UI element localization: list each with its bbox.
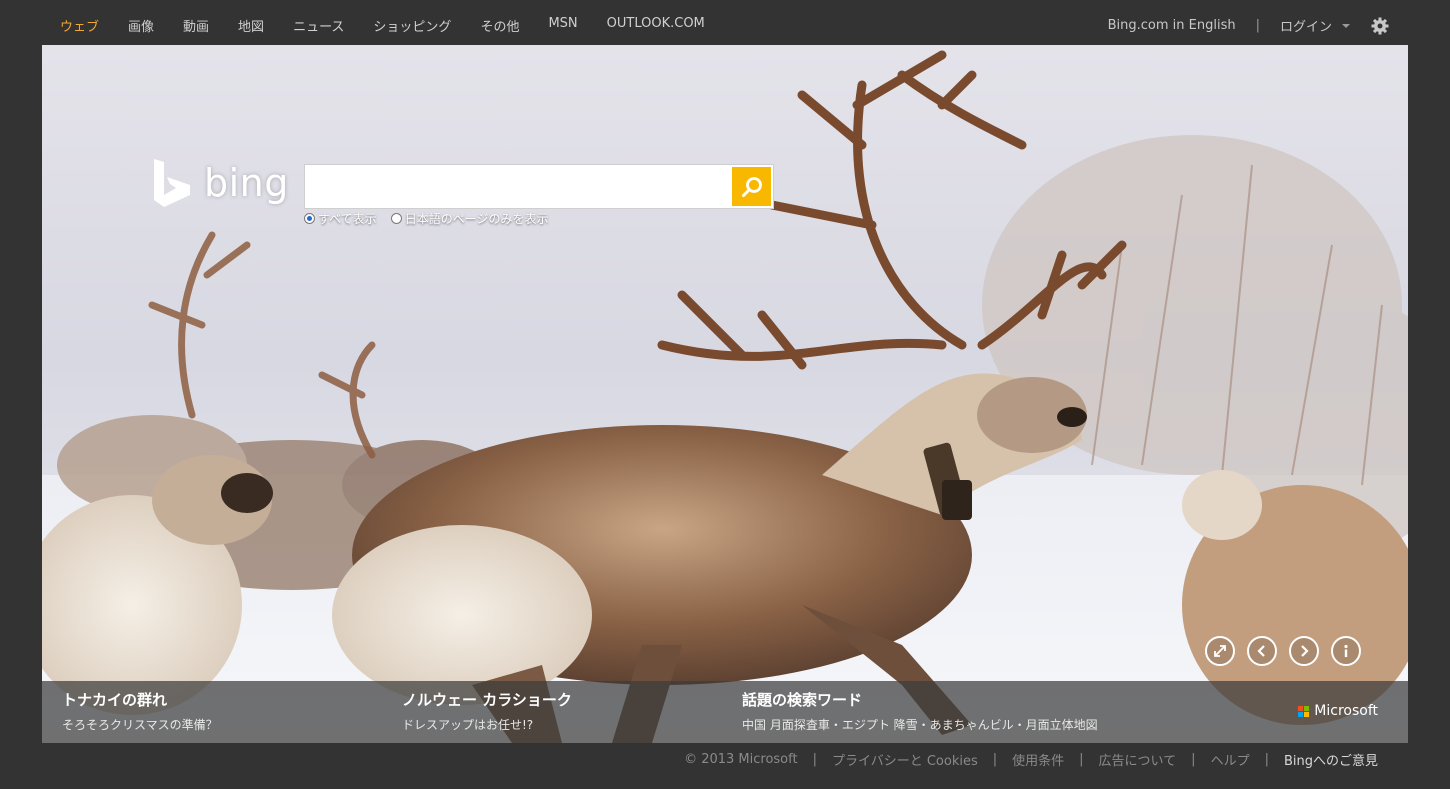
header-separator: | <box>1255 18 1260 33</box>
nav-outlook[interactable]: OUTLOOK.COM <box>607 16 705 35</box>
help-link[interactable]: ヘルプ <box>1211 750 1250 769</box>
chevron-right-icon[interactable] <box>1289 636 1319 666</box>
hero-image: bing すべて表示 日本語のページのみを表示 トナカイの群れ そろそろクリスマ… <box>42 45 1408 743</box>
privacy-link[interactable]: プライバシーと Cookies <box>832 750 978 769</box>
microsoft-grid-icon <box>1298 705 1310 717</box>
search-box <box>304 164 774 209</box>
scope-all-radio[interactable] <box>304 213 315 224</box>
hotspot-subtitle: ドレスアップはお任せ!? <box>402 718 534 732</box>
scope-all[interactable]: すべて表示 <box>304 210 377 227</box>
footer: © 2013 Microsoft | プライバシーと Cookies | 使用条… <box>684 750 1378 769</box>
hotspot-1[interactable]: トナカイの群れ そろそろクリスマスの準備？ <box>62 689 218 733</box>
bing-wordmark: bing <box>204 161 289 205</box>
login-button[interactable]: ログイン <box>1280 16 1350 35</box>
scope-japanese-label: 日本語のページのみを表示 <box>404 212 549 226</box>
chevron-left-icon[interactable] <box>1247 636 1277 666</box>
search-icon <box>741 176 762 197</box>
nav-web[interactable]: ウェブ <box>60 16 99 35</box>
footer-separator: | <box>1191 752 1196 767</box>
footer-separator: | <box>812 752 817 767</box>
nav-images[interactable]: 画像 <box>128 16 154 35</box>
hotspot-title: 話題の検索ワード <box>742 691 863 709</box>
nav-maps[interactable]: 地図 <box>238 16 264 35</box>
search-input[interactable] <box>313 173 723 201</box>
info-icon[interactable] <box>1331 636 1361 666</box>
footer-separator: | <box>1264 752 1269 767</box>
nav-msn[interactable]: MSN <box>548 16 577 35</box>
top-bar: ウェブ 画像 動画 地図 ニュース ショッピング その他 MSN OUTLOOK… <box>0 0 1450 45</box>
hotspot-title: ノルウェー カラショーク <box>402 691 572 709</box>
feedback-link[interactable]: Bingへのご意見 <box>1284 750 1378 769</box>
hotspot-2[interactable]: ノルウェー カラショーク ドレスアップはお任せ!? <box>402 689 572 733</box>
scope-all-label: すべて表示 <box>318 212 377 226</box>
terms-link[interactable]: 使用条件 <box>1012 750 1064 769</box>
bing-logo-icon <box>154 159 190 207</box>
microsoft-label: Microsoft <box>1314 703 1378 719</box>
nav-more[interactable]: その他 <box>480 16 519 35</box>
ads-link[interactable]: 広告について <box>1099 750 1177 769</box>
scope-japanese[interactable]: 日本語のページのみを表示 <box>390 210 549 227</box>
hotspot-title: トナカイの群れ <box>62 691 168 709</box>
nav-shopping[interactable]: ショッピング <box>373 16 451 35</box>
gear-icon[interactable] <box>1370 16 1390 36</box>
image-controls <box>1205 636 1361 666</box>
microsoft-logo[interactable]: Microsoft <box>1298 703 1378 719</box>
footer-separator: | <box>992 752 998 767</box>
reindeer-background <box>42 45 1408 743</box>
scope-japanese-radio[interactable] <box>390 213 402 224</box>
search-button[interactable] <box>732 167 771 206</box>
search-scope: すべて表示 日本語のページのみを表示 <box>304 210 548 227</box>
expand-icon[interactable] <box>1205 636 1235 666</box>
hotspot-subtitle: そろそろクリスマスの準備？ <box>62 718 218 732</box>
english-link[interactable]: Bing.com in English <box>1108 18 1236 33</box>
hotspot-subtitle: 中国 月面探査車・エジプト 降雪・あまちゃんビル・月面立体地図 <box>742 718 1098 732</box>
main-nav: ウェブ 画像 動画 地図 ニュース ショッピング その他 MSN OUTLOOK… <box>60 16 734 35</box>
nav-videos[interactable]: 動画 <box>183 16 209 35</box>
nav-news[interactable]: ニュース <box>293 16 344 35</box>
login-label: ログイン <box>1279 20 1332 35</box>
footer-separator: | <box>1079 752 1084 767</box>
bing-logo[interactable]: bing <box>152 157 289 209</box>
header-right: Bing.com in English | ログイン <box>1108 16 1350 35</box>
hotspot-3[interactable]: 話題の検索ワード 中国 月面探査車・エジプト 降雪・あまちゃんビル・月面立体地図 <box>742 689 1098 733</box>
copyright: © 2013 Microsoft <box>684 752 798 767</box>
chevron-down-icon <box>1342 23 1350 28</box>
hotspot-strip: トナカイの群れ そろそろクリスマスの準備？ ノルウェー カラショーク ドレスアッ… <box>42 681 1408 743</box>
